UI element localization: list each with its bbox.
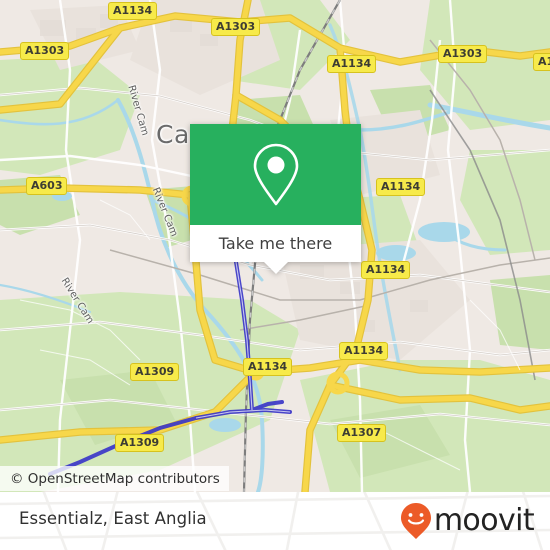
popup-pin-area (190, 124, 361, 225)
map-attribution[interactable]: © OpenStreetMap contributors (0, 466, 229, 491)
take-me-there-button[interactable]: Take me there (190, 225, 361, 262)
take-me-there-label: Take me there (218, 234, 333, 253)
map-canvas[interactable]: Cam River Cam River Cam River Cam A1134 … (0, 0, 550, 492)
location-popup[interactable]: Take me there (190, 124, 361, 274)
footer-bar: Essentialz, East Anglia moovit (0, 492, 550, 550)
moovit-logo[interactable]: moovit (399, 503, 535, 539)
popup-tail (263, 262, 288, 274)
place-name: Essentialz, East Anglia (19, 509, 207, 528)
moovit-map-screen: Cam River Cam River Cam River Cam A1134 … (0, 0, 550, 550)
map-pin-icon (253, 143, 298, 205)
moovit-pin-icon (400, 503, 431, 539)
moovit-wordmark: moovit (433, 503, 535, 538)
